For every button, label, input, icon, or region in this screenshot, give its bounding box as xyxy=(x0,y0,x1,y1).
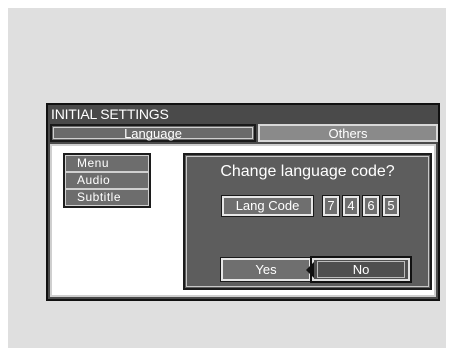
tab-language[interactable]: Language xyxy=(50,124,256,142)
yes-button[interactable]: Yes xyxy=(220,257,312,282)
code-digit-3[interactable]: 6 xyxy=(362,195,380,217)
selection-arrow-icon xyxy=(306,262,314,278)
code-digit-1[interactable]: 7 xyxy=(322,195,340,217)
lang-code-label: Lang Code xyxy=(221,195,314,217)
menu-item-audio[interactable]: Audio xyxy=(65,172,149,189)
initial-settings-window: INITIAL SETTINGS Language Others Menu Au… xyxy=(46,103,440,301)
settings-panel: Menu Audio Subtitle Change language code… xyxy=(50,144,436,297)
language-menu-list: Menu Audio Subtitle xyxy=(63,153,151,208)
menu-item-menu[interactable]: Menu xyxy=(65,155,149,172)
no-button-label: No xyxy=(352,262,370,277)
change-language-dialog: Change language code? Lang Code 7 4 6 5 … xyxy=(183,153,432,290)
window-title: INITIAL SETTINGS xyxy=(51,106,169,122)
no-button[interactable]: No xyxy=(310,256,412,283)
menu-item-subtitle[interactable]: Subtitle xyxy=(65,189,149,206)
tab-others[interactable]: Others xyxy=(258,124,438,142)
screen-background: INITIAL SETTINGS Language Others Menu Au… xyxy=(8,8,446,348)
code-digit-4[interactable]: 5 xyxy=(382,195,400,217)
code-digit-2[interactable]: 4 xyxy=(342,195,360,217)
dialog-question: Change language code? xyxy=(220,163,395,180)
